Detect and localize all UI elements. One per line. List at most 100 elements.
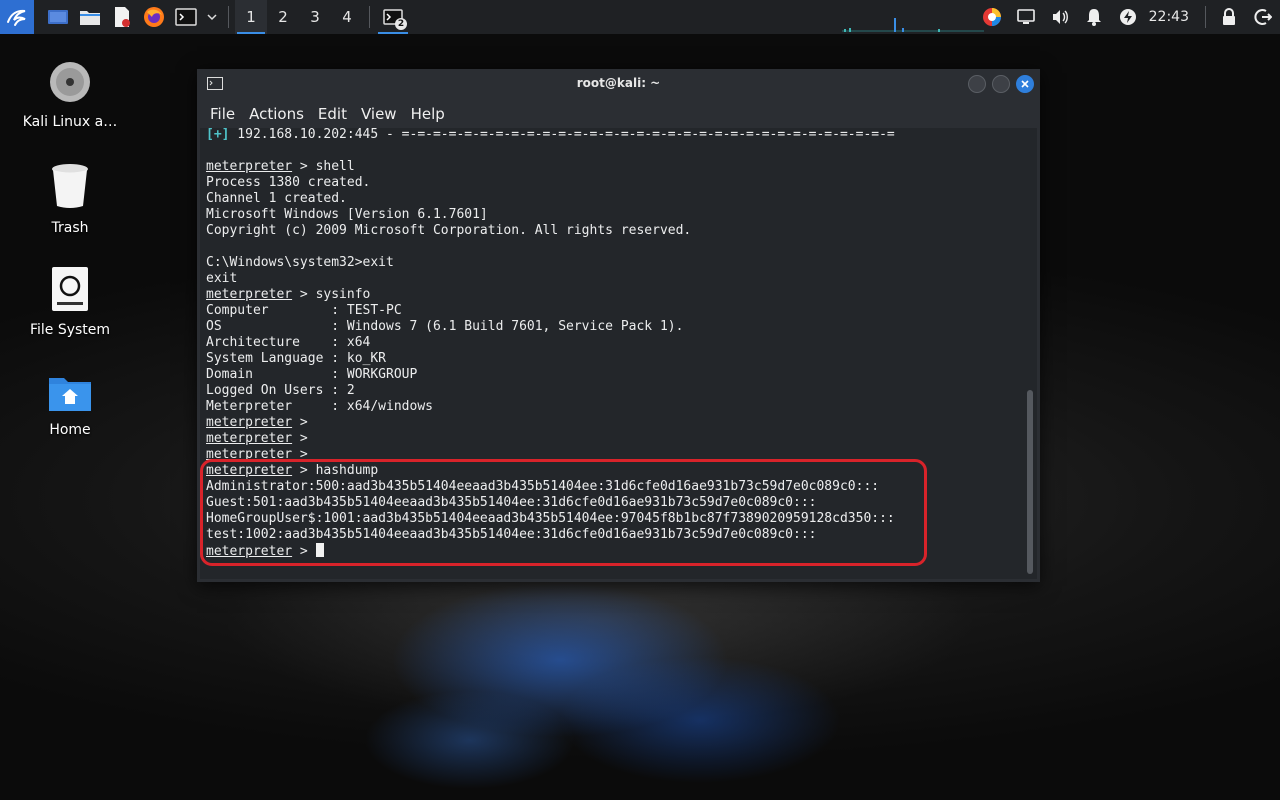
close-button[interactable] (1016, 75, 1034, 93)
terminal-line: exit (206, 271, 1023, 287)
terminal-line-text: Microsoft Windows [Version 6.1.7601] (206, 207, 488, 222)
meterpreter-prompt: meterpreter (206, 287, 293, 302)
desktop-icon-home[interactable]: Home (10, 374, 130, 438)
terminal-line-text: Copyright (c) 2009 Microsoft Corporation… (206, 223, 692, 238)
terminal-line-text: test:1002:aad3b435b51404eeaad3b435b51404… (206, 527, 817, 542)
clock[interactable]: 22:43 (1145, 9, 1199, 25)
terminal-line: Computer : TEST-PC (206, 303, 1023, 319)
terminal-line: Domain : WORKGROUP (206, 367, 1023, 383)
terminal-line-text: 192.168.10.202:445 - =-=-=-=-=-=-=-=-=-=… (229, 128, 895, 142)
terminal-lines: [+] 192.168.10.202:445 - =-=-=-=-=-=-=-=… (206, 128, 1023, 559)
terminal-line-text: OS : Windows 7 (6.1 Build 7601, Service … (206, 319, 684, 334)
terminal-window[interactable]: root@kali: ~ File Actions Edit View Help… (197, 69, 1040, 582)
desktop-icon-trash[interactable]: Trash (10, 162, 130, 236)
color-wheel-icon (982, 8, 1001, 26)
menu-help[interactable]: Help (404, 105, 452, 123)
terminal-line: meterpreter > sysinfo (206, 287, 1023, 303)
terminal-line: C:\Windows\system32>exit (206, 255, 1023, 271)
terminal-line: Logged On Users : 2 (206, 383, 1023, 399)
menu-view[interactable]: View (354, 105, 404, 123)
text-editor-icon (115, 7, 130, 27)
text-editor-launcher[interactable] (106, 0, 138, 34)
workspace-3[interactable]: 3 (299, 0, 331, 34)
notifications-tray[interactable] (1077, 0, 1111, 34)
desktop-icon (48, 10, 68, 24)
meterpreter-prompt: meterpreter (206, 447, 293, 462)
terminal-line: meterpreter > (206, 543, 1023, 559)
terminal-line: test:1002:aad3b435b51404eeaad3b435b51404… (206, 527, 1023, 543)
status-marker: [+] (206, 128, 230, 142)
meterpreter-prompt: meterpreter (206, 544, 293, 559)
terminal-line: meterpreter > shell (206, 159, 1023, 175)
kali-menu-button[interactable] (0, 0, 34, 34)
terminal-line: Architecture : x64 (206, 335, 1023, 351)
volume-tray[interactable] (1043, 0, 1077, 34)
terminal-task-button[interactable]: 2 (376, 0, 410, 34)
monitor-icon (1016, 9, 1035, 24)
window-count-badge: 2 (395, 18, 407, 30)
terminal-line: meterpreter > (206, 415, 1023, 431)
drive-icon (52, 267, 88, 311)
terminal-line: [+] 192.168.10.202:445 - =-=-=-=-=-=-=-=… (206, 128, 1023, 143)
chevron-down-icon (207, 14, 217, 21)
terminal-line-text: > (292, 447, 308, 462)
menu-actions[interactable]: Actions (242, 105, 311, 123)
lock-screen-button[interactable] (1212, 0, 1246, 34)
terminal-line: Channel 1 created. (206, 191, 1023, 207)
folder-icon (80, 11, 100, 25)
desktop-icon-file-system[interactable]: File System (10, 266, 130, 338)
launcher-dropdown[interactable] (202, 0, 222, 34)
terminal-line-text: Architecture : x64 (206, 335, 371, 350)
text-cursor (315, 543, 324, 557)
terminal-line: System Language : ko_KR (206, 351, 1023, 367)
terminal-line-text: Administrator:500:aad3b435b51404eeaad3b4… (206, 479, 880, 494)
terminal-output[interactable]: [+] 192.168.10.202:445 - =-=-=-=-=-=-=-=… (200, 128, 1037, 579)
desktop-icon-label: Home (49, 422, 91, 438)
speaker-icon (1052, 10, 1068, 24)
terminal-line-text: Process 1380 created. (206, 175, 371, 190)
workspace-label: 1 (246, 8, 256, 26)
window-titlebar[interactable]: root@kali: ~ (197, 69, 1040, 99)
workspace-2[interactable]: 2 (267, 0, 299, 34)
maximize-button[interactable] (992, 75, 1010, 93)
taskbar-separator (1205, 6, 1206, 28)
terminal-launcher[interactable] (170, 0, 202, 34)
terminal-line: OS : Windows 7 (6.1 Build 7601, Service … (206, 319, 1023, 335)
terminal-line: Copyright (c) 2009 Microsoft Corporation… (206, 223, 1023, 239)
desktop-icon-label: File System (29, 322, 111, 338)
terminal-line: Meterpreter : x64/windows (206, 399, 1023, 415)
firefox-launcher[interactable] (138, 0, 170, 34)
lock-icon (1223, 8, 1235, 25)
desktop-icon-label: Trash (51, 220, 89, 236)
desktop-icon-label: Kali Linux a… (22, 114, 118, 130)
display-tray[interactable] (1009, 0, 1043, 34)
terminal-line: Microsoft Windows [Version 6.1.7601] (206, 207, 1023, 223)
terminal-line-text: Computer : TEST-PC (206, 303, 402, 318)
menu-edit[interactable]: Edit (311, 105, 354, 123)
meterpreter-prompt: meterpreter (206, 431, 293, 446)
logout-button[interactable] (1246, 0, 1280, 34)
terminal-line: Process 1380 created. (206, 175, 1023, 191)
terminal-line-text: HomeGroupUser$:1001:aad3b435b51404eeaad3… (206, 511, 895, 526)
terminal-line-text: > (292, 415, 308, 430)
home-folder-icon (49, 378, 91, 411)
terminal-line: meterpreter > (206, 431, 1023, 447)
network-monitor-graph (842, 18, 984, 32)
file-manager-launcher[interactable] (74, 0, 106, 34)
terminal-line-text: Meterpreter : x64/windows (206, 399, 433, 414)
desktop-icon-kali-disc[interactable]: Kali Linux a… (10, 60, 130, 130)
show-desktop-launcher[interactable] (42, 0, 74, 34)
color-picker-tray[interactable] (975, 0, 1009, 34)
terminal-scrollbar-thumb[interactable] (1027, 390, 1033, 574)
terminal-icon (175, 8, 197, 26)
workspace-label: 4 (342, 8, 352, 26)
workspace-4[interactable]: 4 (331, 0, 363, 34)
taskbar-separator (228, 6, 229, 28)
workspace-1[interactable]: 1 (235, 0, 267, 34)
power-manager-tray[interactable] (1111, 0, 1145, 34)
menu-file[interactable]: File (203, 105, 242, 123)
minimize-button[interactable] (968, 75, 986, 93)
terminal-line-text: Domain : WORKGROUP (206, 367, 418, 382)
terminal-line-text: > hashdump (292, 463, 379, 478)
